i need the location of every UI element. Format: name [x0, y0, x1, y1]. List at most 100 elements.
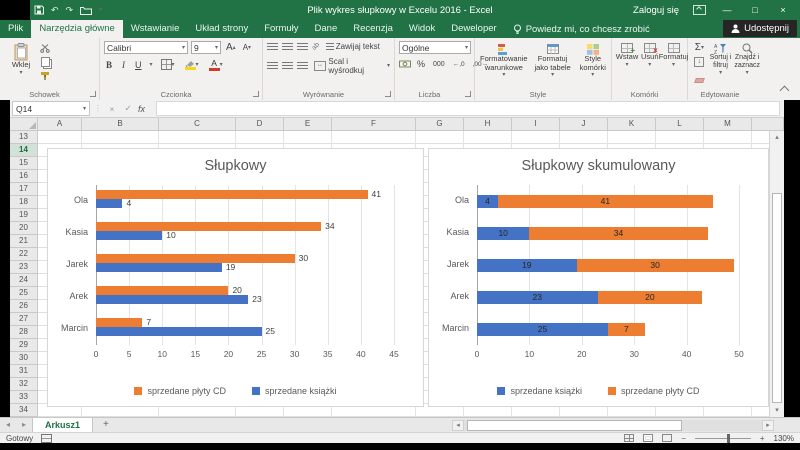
row-header-15[interactable]: 15 [10, 157, 37, 170]
share-button[interactable]: Udostępnij [723, 20, 797, 37]
column-header-B[interactable]: B [82, 118, 159, 130]
italic-button[interactable]: I [120, 59, 127, 71]
vertical-scrollbar[interactable]: ▴ ▾ [769, 131, 784, 417]
sheet-nav-next-icon[interactable]: ▸ [16, 418, 32, 432]
chart-slupkowy[interactable]: Słupkowy 0 5 10 15 20 25 30 35 40 45 Ola 41 4 Kasia 34 1… [47, 148, 424, 407]
row-header-24[interactable]: 24 [10, 274, 37, 287]
scroll-right-icon[interactable]: ▸ [762, 420, 774, 431]
row-header-28[interactable]: 28 [10, 326, 37, 339]
sheet-nav-prev-icon[interactable]: ◂ [0, 418, 16, 432]
number-format-combo[interactable]: Ogólne ▾ [399, 41, 471, 54]
row-header-33[interactable]: 33 [10, 391, 37, 404]
column-header-partial[interactable] [752, 118, 784, 130]
save-icon[interactable] [34, 5, 44, 15]
column-header-G[interactable]: G [416, 118, 464, 130]
row-header-34[interactable]: 34 [10, 404, 37, 417]
vertical-scroll-thumb[interactable] [772, 193, 782, 403]
zoom-in-icon[interactable]: + [760, 434, 765, 443]
column-header-J[interactable]: J [560, 118, 608, 130]
enter-icon[interactable]: ✓ [122, 103, 134, 114]
row-header-13[interactable]: 13 [10, 131, 37, 144]
row-header-25[interactable]: 25 [10, 287, 37, 300]
align-bottom-icon[interactable] [297, 42, 308, 51]
row-header-14[interactable]: 14 [10, 144, 37, 157]
tell-me-box[interactable]: Powiedz mi, co chcesz zrobić [505, 20, 658, 38]
row-header-27[interactable]: 27 [10, 313, 37, 326]
column-header-A[interactable]: A [38, 118, 82, 130]
collapse-ribbon-icon[interactable] [779, 85, 790, 96]
row-header-29[interactable]: 29 [10, 339, 37, 352]
copy-button[interactable] [38, 56, 52, 68]
increase-decimal-button[interactable]: ←,0 [451, 60, 467, 69]
column-header-M[interactable]: M [704, 118, 752, 130]
orientation-icon[interactable]: ab [311, 41, 321, 51]
align-left-icon[interactable] [267, 62, 278, 70]
row-header-18[interactable]: 18 [10, 196, 37, 209]
legend-item[interactable]: sprzedane płyty CD [608, 386, 700, 396]
grow-font-button[interactable]: A ▴ [224, 41, 238, 54]
merge-center-button[interactable]: ↔ Scal i wyśrodkuj ▾ [312, 56, 392, 76]
align-right-icon[interactable] [296, 62, 308, 70]
ribbon-tab-narz-dzia-g-wne[interactable]: Narzędzia główne [31, 20, 123, 38]
minimize-button[interactable]: — [720, 5, 734, 15]
scroll-down-icon[interactable]: ▾ [770, 404, 784, 417]
row-header-20[interactable]: 20 [10, 222, 37, 235]
legend-item[interactable]: sprzedane książki [497, 386, 582, 396]
normal-view-icon[interactable] [624, 434, 635, 442]
column-header-C[interactable]: C [159, 118, 236, 130]
row-header-22[interactable]: 22 [10, 248, 37, 261]
horizontal-scroll-thumb[interactable] [467, 420, 682, 431]
row-header-31[interactable]: 31 [10, 365, 37, 378]
horizontal-scroll-track[interactable] [464, 420, 762, 431]
open-icon[interactable] [80, 6, 93, 15]
shrink-font-button[interactable]: A ▾ [241, 42, 253, 53]
row-header-23[interactable]: 23 [10, 261, 37, 274]
bar[interactable] [96, 199, 123, 208]
ribbon-tab-uk-ad-strony[interactable]: Układ strony [187, 20, 256, 38]
bar[interactable] [96, 222, 322, 231]
column-header-F[interactable]: F [332, 118, 416, 130]
add-sheet-icon[interactable]: + [93, 418, 119, 432]
page-layout-view-icon[interactable] [643, 434, 654, 442]
font-color-button[interactable]: A ▾ [207, 57, 225, 72]
bar[interactable] [96, 231, 163, 240]
dialog-launcher-icon[interactable] [465, 91, 471, 97]
bar[interactable] [96, 286, 229, 295]
ribbon-display-options-icon[interactable] [693, 5, 706, 15]
cut-button[interactable] [38, 43, 52, 54]
legend-item[interactable]: sprzedane płyty CD [134, 386, 226, 396]
format-painter-button[interactable] [38, 70, 52, 81]
scroll-left-icon[interactable]: ◂ [452, 420, 464, 431]
name-box[interactable]: Q14 ▾ [12, 101, 90, 116]
bar[interactable] [96, 295, 249, 304]
bar[interactable] [96, 318, 143, 327]
autosum-button[interactable]: Σ ▾ [693, 41, 706, 54]
bar[interactable] [96, 254, 295, 263]
ribbon-tab-dane[interactable]: Dane [307, 20, 346, 38]
cancel-icon[interactable]: × [106, 104, 118, 114]
underline-button[interactable]: U [133, 59, 144, 71]
scroll-up-icon[interactable]: ▴ [770, 131, 784, 144]
row-header-17[interactable]: 17 [10, 183, 37, 196]
align-center-icon[interactable] [281, 62, 293, 70]
bar[interactable] [96, 190, 368, 199]
row-header-19[interactable]: 19 [10, 209, 37, 222]
column-header-I[interactable]: I [512, 118, 560, 130]
align-top-icon[interactable] [267, 42, 278, 51]
ribbon-tab-wstawianie[interactable]: Wstawianie [123, 20, 188, 38]
font-name-combo[interactable]: Calibri ▾ [104, 41, 188, 54]
macro-record-icon[interactable] [41, 433, 53, 443]
zoom-slider[interactable] [694, 433, 751, 443]
chart-slupkowy-skumulowany[interactable]: Słupkowy skumulowany 0 10 20 30 40 50 Ola 4 41 Kas… [428, 148, 769, 407]
dialog-launcher-icon[interactable] [385, 91, 391, 97]
sign-in-link[interactable]: Zaloguj się [633, 5, 679, 16]
ribbon-tab-recenzja[interactable]: Recenzja [345, 20, 401, 38]
fill-color-button[interactable]: ▾ [183, 59, 201, 71]
ribbon-tab-formu-y[interactable]: Formuły [256, 20, 306, 38]
legend-item[interactable]: sprzedane książki [252, 386, 337, 396]
qat-customize-icon[interactable]: ▾ [99, 7, 102, 13]
column-header-H[interactable]: H [464, 118, 512, 130]
ribbon-tab-widok[interactable]: Widok [401, 20, 443, 38]
cells-area[interactable]: 13 14 15 16 17 18 19 20 21 22 23 24 25 26 27 28 29 30 31 32… [10, 131, 784, 417]
fill-button[interactable]: ↓ [692, 56, 706, 68]
